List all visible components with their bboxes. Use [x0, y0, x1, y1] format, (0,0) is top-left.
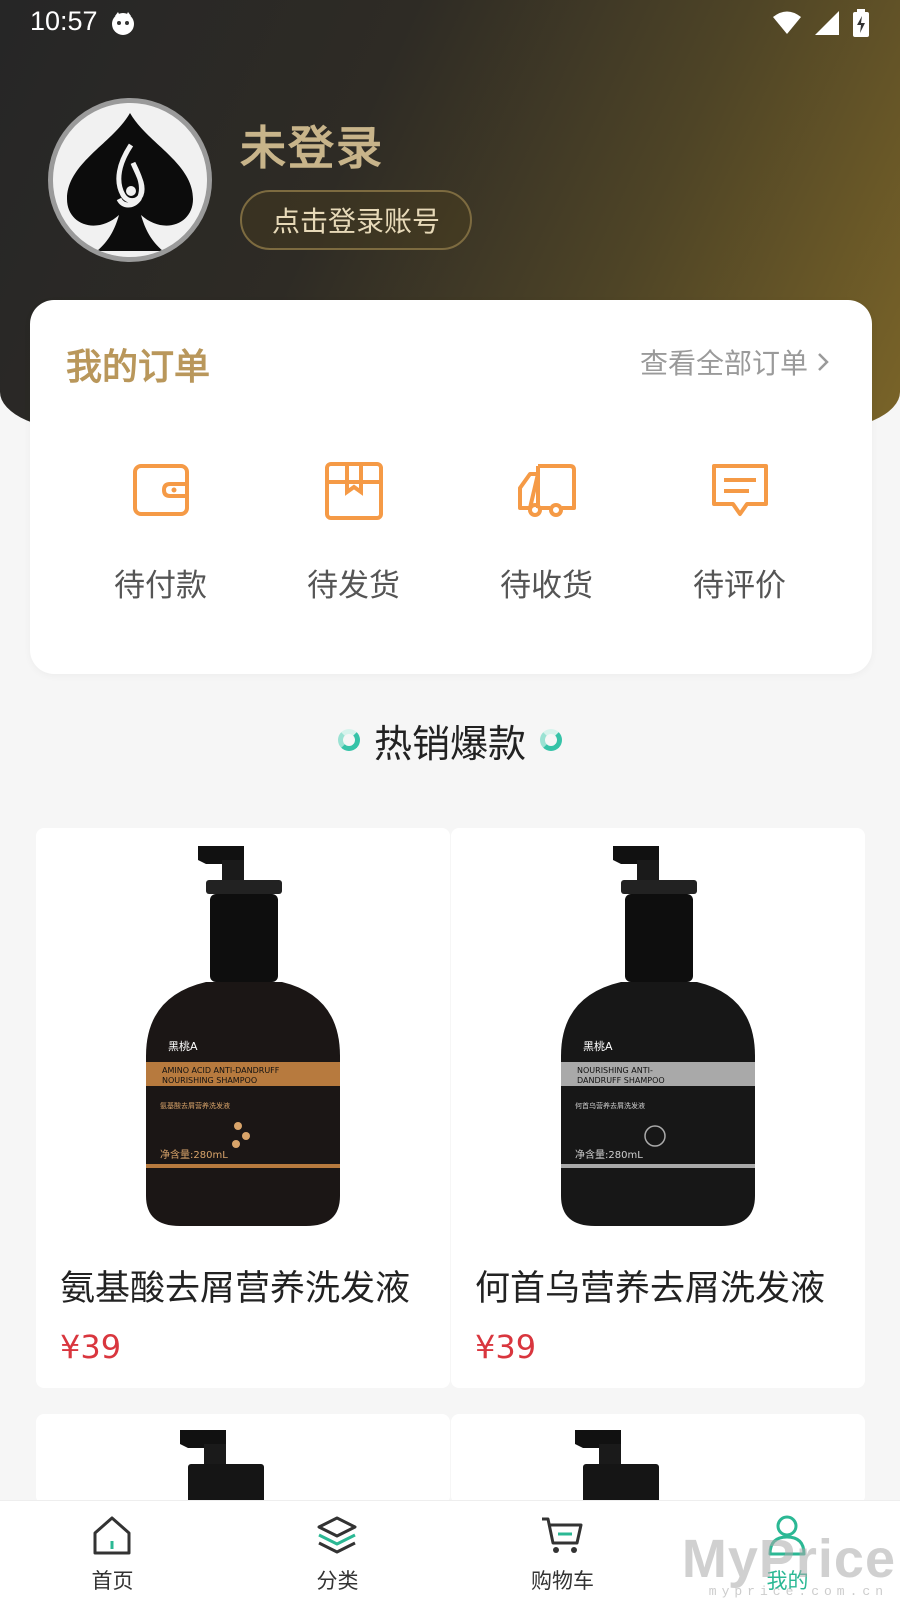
notification-app-icon [112, 12, 134, 35]
order-pending-payment-label: 待付款 [114, 568, 207, 604]
watermark-url: myprice.com.cn [708, 1584, 888, 1599]
view-all-orders-label: 查看全部订单 [639, 347, 808, 380]
order-status-row: 待付款 待发货 待收货 待评价 [30, 460, 872, 620]
view-all-orders-link[interactable]: 查看全部订单 [640, 342, 830, 382]
truck-icon [518, 464, 576, 517]
product-card[interactable]: 黑桃A NOURISHING ANTI- DANDRUFF SHAMPOO 何首… [451, 828, 865, 1388]
shampoo-bottle-image [180, 1430, 264, 1504]
login-button[interactable]: 点击登录账号 [240, 190, 472, 250]
bottle-volume: 净含量:280mL [575, 1148, 643, 1161]
my-orders-title: 我的订单 [66, 347, 211, 388]
tab-home-label: 首页 [91, 1569, 134, 1593]
order-pending-review-label: 待评价 [693, 568, 786, 604]
bottle-en-line1: NOURISHING ANTI- [577, 1066, 653, 1075]
login-status-title: 未登录 [240, 121, 384, 175]
status-bar: 10:57 [0, 0, 900, 46]
bottle-en-line2: DANDRUFF SHAMPOO [577, 1076, 665, 1085]
spade-logo-icon [53, 103, 207, 257]
package-icon [325, 462, 383, 520]
hot-products-heading: 热销爆款 [0, 712, 900, 768]
order-pending-shipment-label: 待发货 [307, 568, 400, 604]
product-price: ¥39 [60, 1328, 122, 1366]
chevron-right-icon [818, 353, 829, 371]
bottle-cn-name: 何首乌营养去屑洗发液 [575, 1101, 645, 1110]
watermark-logo: MyPrice [681, 1529, 896, 1589]
bottle-brand-text: 黑桃A [168, 1039, 198, 1053]
product-name: 氨基酸去屑营养洗发液 [60, 1269, 411, 1309]
product-card[interactable] [36, 1414, 450, 1504]
layers-icon [317, 1516, 357, 1554]
wifi-icon [773, 11, 801, 34]
product-card[interactable]: 黑桃A AMINO ACID ANTI-DANDRUFF NOURISHING … [36, 828, 450, 1388]
tab-category-label: 分类 [316, 1569, 359, 1593]
home-icon [93, 1516, 131, 1555]
product-card[interactable] [451, 1414, 865, 1504]
order-pending-payment[interactable]: 待付款 [64, 460, 257, 620]
battery-icon [853, 9, 869, 37]
signal-icon [815, 11, 839, 35]
shampoo-bottle-image: 黑桃A NOURISHING ANTI- DANDRUFF SHAMPOO 何首… [561, 846, 755, 1226]
status-time: 10:57 [30, 6, 98, 36]
decorative-dot-icon [337, 729, 360, 751]
order-pending-receipt[interactable]: 待收货 [450, 460, 643, 620]
tab-category[interactable]: 分类 [225, 1501, 450, 1600]
decorative-dot-icon [540, 729, 562, 751]
tab-cart[interactable]: 购物车 [450, 1501, 675, 1600]
bottle-en-line2: NOURISHING SHAMPOO [162, 1076, 257, 1085]
order-pending-shipment[interactable]: 待发货 [257, 460, 450, 620]
order-pending-review[interactable]: 待评价 [643, 460, 836, 620]
hot-products-title: 热销爆款 [373, 721, 526, 766]
bottle-cn-name: 氨基酸去屑营养洗发液 [160, 1101, 230, 1110]
my-orders-card: 我的订单 查看全部订单 待付款 待发货 待收货 待评价 [30, 300, 872, 674]
bottle-volume: 净含量:280mL [160, 1148, 228, 1161]
comment-icon [712, 464, 768, 516]
tab-cart-label: 购物车 [531, 1569, 594, 1593]
product-price: ¥39 [475, 1328, 537, 1366]
shampoo-bottle-image [575, 1430, 659, 1504]
wallet-icon [133, 464, 189, 516]
order-pending-receipt-label: 待收货 [500, 568, 593, 604]
tab-home[interactable]: 首页 [0, 1501, 225, 1600]
product-name: 何首乌营养去屑洗发液 [475, 1269, 826, 1309]
bottle-brand-text: 黑桃A [583, 1039, 613, 1053]
shampoo-bottle-image: 黑桃A AMINO ACID ANTI-DANDRUFF NOURISHING … [146, 846, 340, 1226]
bottle-en-line1: AMINO ACID ANTI-DANDRUFF [162, 1066, 280, 1075]
cart-icon [542, 1517, 583, 1553]
avatar[interactable] [48, 98, 212, 262]
